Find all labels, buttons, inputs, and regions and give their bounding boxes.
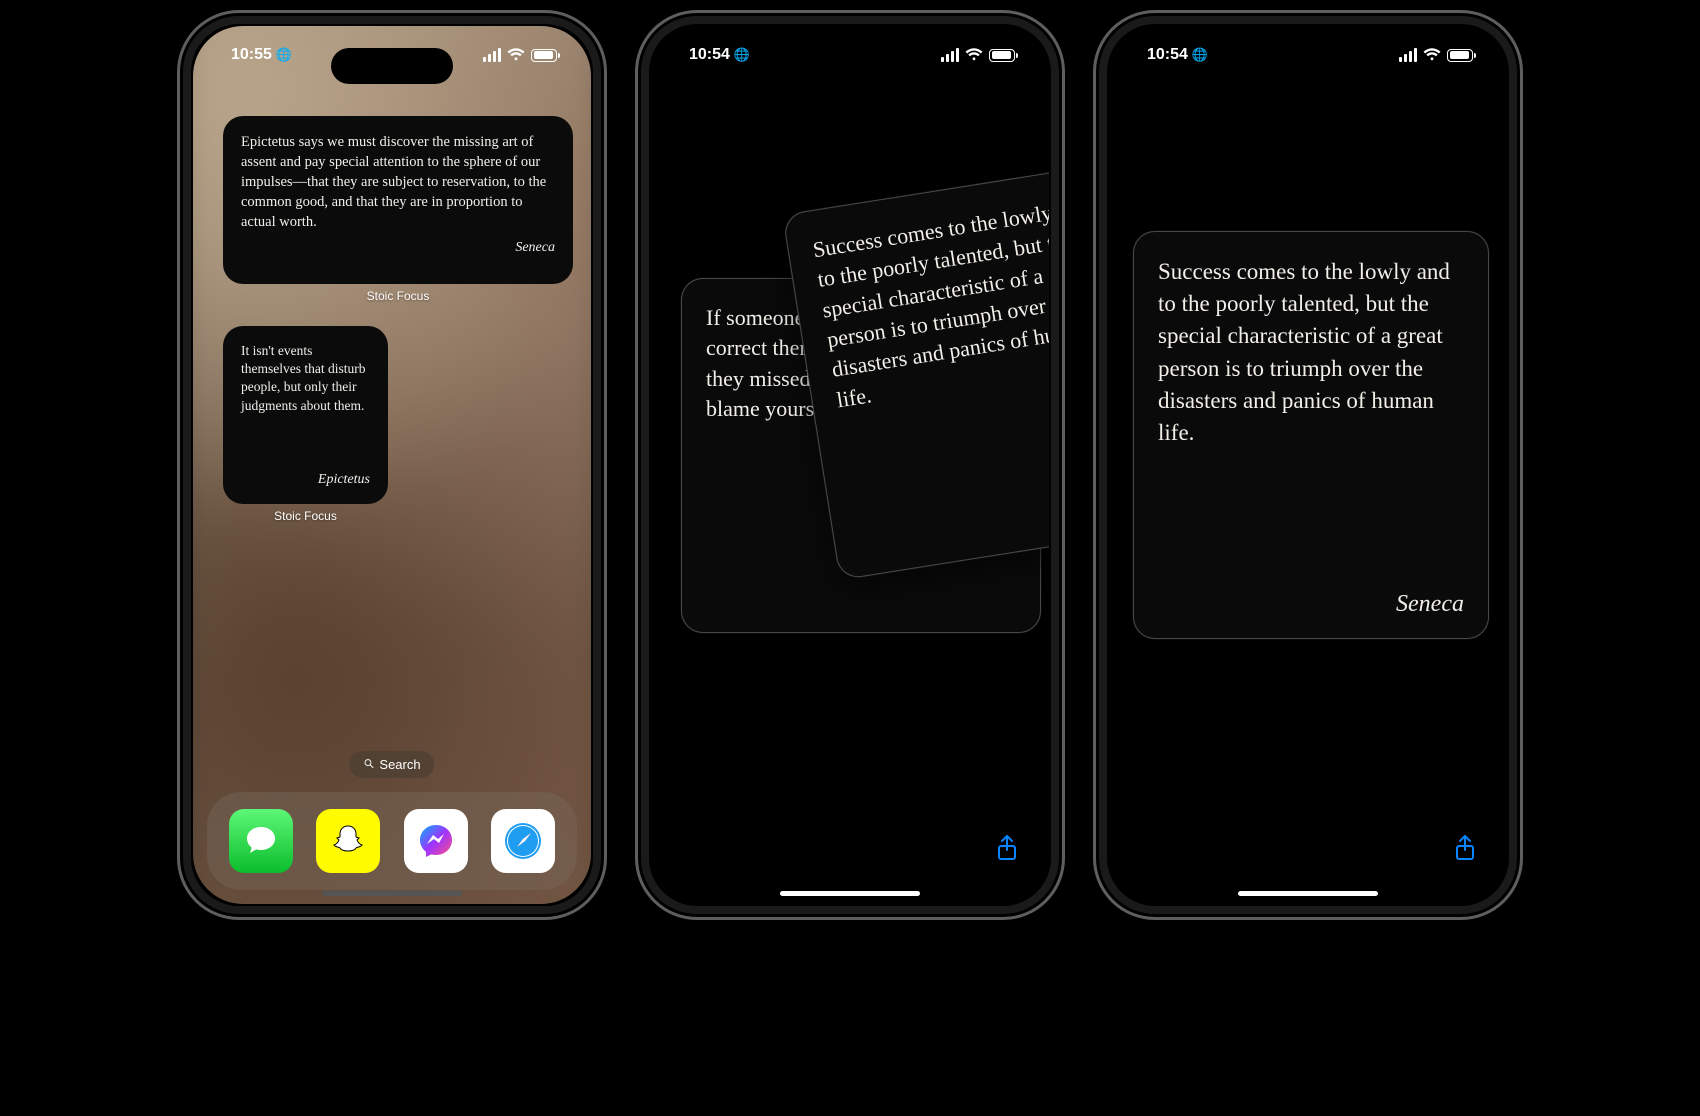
battery-icon — [531, 49, 557, 62]
snapchat-app-icon[interactable] — [316, 809, 380, 873]
safari-app-icon[interactable] — [491, 809, 555, 873]
volume-up-button[interactable] — [177, 188, 180, 243]
magnifying-glass-icon — [363, 758, 374, 772]
spotlight-search-button[interactable]: Search — [349, 751, 434, 778]
messenger-app-icon[interactable] — [404, 809, 468, 873]
dock — [207, 792, 577, 890]
mute-switch[interactable] — [177, 143, 180, 171]
widget-small-label: Stoic Focus — [223, 509, 388, 523]
phone-frame-app-single: 10:54 🌐 Success comes to the lowly and t… — [1093, 10, 1523, 920]
screen-app-stack: 10:54 🌐 If someone is slipping, kindly c… — [651, 26, 1049, 904]
volume-down-button[interactable] — [635, 258, 638, 313]
dynamic-island[interactable] — [789, 48, 911, 84]
volume-down-button[interactable] — [177, 258, 180, 313]
screen-home: 10:55 🌐 Epictetus says we must discover … — [193, 26, 591, 904]
quote-text: Success comes to the lowly and to the po… — [811, 190, 1049, 415]
power-button[interactable] — [604, 213, 607, 301]
volume-up-button[interactable] — [635, 188, 638, 243]
home-indicator[interactable] — [780, 891, 920, 896]
widget-small-author: Epictetus — [241, 464, 370, 488]
screen-app-single: 10:54 🌐 Success comes to the lowly and t… — [1109, 26, 1507, 904]
wifi-icon — [965, 48, 983, 62]
wifi-icon — [1423, 48, 1441, 62]
phone-frame-home: 10:55 🌐 Epictetus says we must discover … — [177, 10, 607, 920]
location-services-icon: 🌐 — [1192, 47, 1208, 63]
search-label: Search — [379, 757, 420, 772]
power-button[interactable] — [1520, 213, 1523, 301]
status-time: 10:55 — [231, 46, 272, 64]
dynamic-island[interactable] — [331, 48, 453, 84]
wifi-icon — [507, 48, 525, 62]
mute-switch[interactable] — [1093, 143, 1096, 171]
stoic-focus-widget-large[interactable]: Epictetus says we must discover the miss… — [223, 116, 573, 284]
stoic-focus-widget-small[interactable]: It isn't events themselves that disturb … — [223, 326, 388, 504]
cellular-signal-icon — [483, 48, 501, 62]
messages-app-icon[interactable] — [229, 809, 293, 873]
battery-icon — [1447, 49, 1473, 62]
dynamic-island[interactable] — [1247, 48, 1369, 84]
cellular-signal-icon — [1399, 48, 1417, 62]
quote-author: Seneca — [1158, 591, 1464, 618]
cellular-signal-icon — [941, 48, 959, 62]
status-time: 10:54 — [1147, 46, 1188, 64]
status-time: 10:54 — [689, 46, 730, 64]
widget-large-author: Seneca — [241, 232, 555, 256]
widget-large-quote: Epictetus says we must discover the miss… — [241, 132, 555, 232]
widget-small-quote: It isn't events themselves that disturb … — [241, 342, 370, 464]
quote-card[interactable]: Success comes to the lowly and to the po… — [1133, 231, 1489, 639]
location-services-icon: 🌐 — [276, 47, 292, 63]
mute-switch[interactable] — [635, 143, 638, 171]
share-button[interactable] — [1453, 833, 1477, 868]
quote-text: Success comes to the lowly and to the po… — [1158, 256, 1464, 449]
share-button[interactable] — [995, 833, 1019, 868]
home-indicator[interactable] — [1238, 891, 1378, 896]
widget-large-label: Stoic Focus — [193, 289, 591, 303]
phone-frame-app-stack: 10:54 🌐 If someone is slipping, kindly c… — [635, 10, 1065, 920]
location-services-icon: 🌐 — [734, 47, 750, 63]
volume-up-button[interactable] — [1093, 188, 1096, 243]
battery-icon — [989, 49, 1015, 62]
home-indicator[interactable] — [322, 891, 462, 896]
power-button[interactable] — [1062, 213, 1065, 301]
volume-down-button[interactable] — [1093, 258, 1096, 313]
